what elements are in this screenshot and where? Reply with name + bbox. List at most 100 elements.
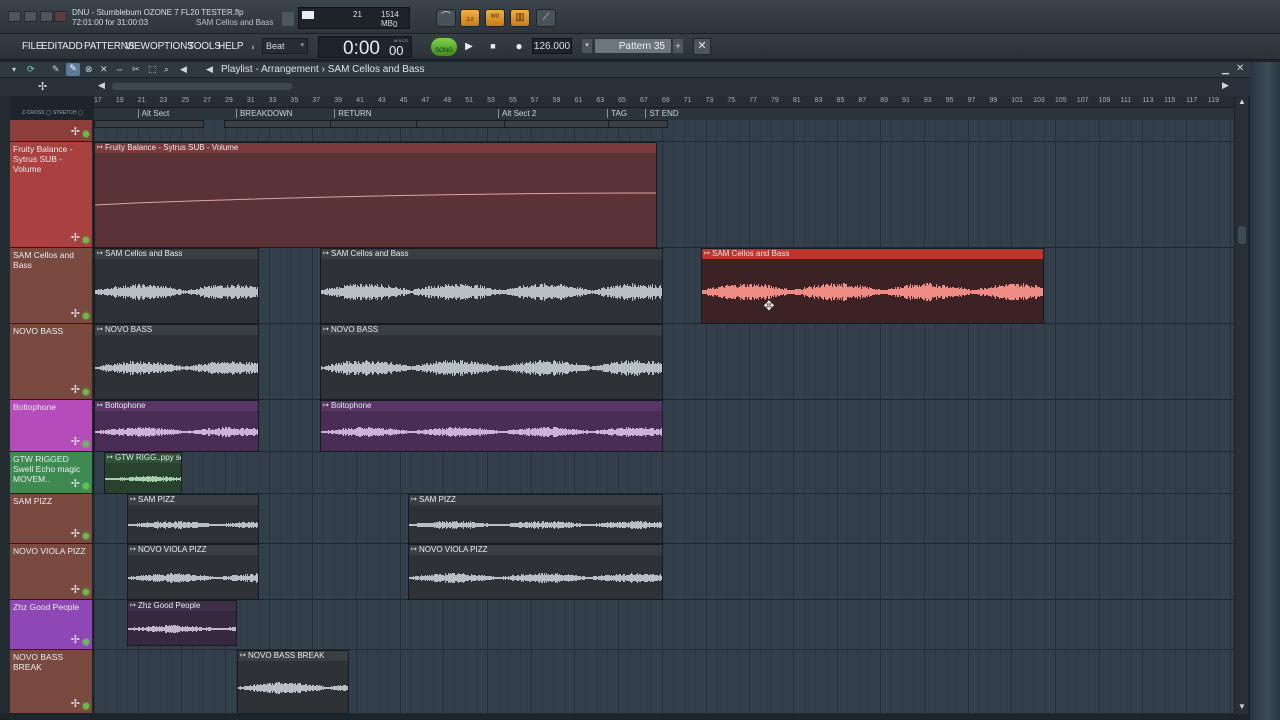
add-pattern-icon[interactable]: + [673,39,683,53]
vertical-scroll-thumb[interactable] [1238,226,1246,244]
piano-keyboard-icon[interactable]: ▥ [510,9,530,27]
step-edit-icon[interactable]: ʷᵒ [485,9,505,27]
track-mute-led-icon[interactable] [83,703,89,709]
track-mute-led-icon[interactable] [83,639,89,645]
playlist-options-icon[interactable]: ⟳ [27,64,35,75]
menu-tools[interactable]: TOOLS [188,41,221,52]
track-header[interactable]: ✢ [10,120,92,142]
track-header[interactable]: Fruity Balance - Sytrus SUB - Volume ✢ [10,142,92,248]
pattern-selector[interactable]: Pattern 35 [594,38,672,54]
slip-tool-icon[interactable]: ⇔ [115,64,124,74]
track-mute-led-icon[interactable] [83,441,89,447]
hint-panel-toggle[interactable] [282,12,294,26]
track-mute-led-icon[interactable] [83,533,89,539]
menu-edit[interactable]: EDIT [41,41,63,52]
add-clip-icon[interactable]: ✢ [71,437,80,448]
audio-clip[interactable]: NOVO BASS [94,324,259,400]
clip-partial[interactable] [608,120,668,128]
track-header[interactable]: NOVO BASS ✢ [10,324,92,400]
scroll-right-icon[interactable]: ▶ [1222,80,1229,91]
play-icon[interactable]: ▶ [460,38,478,55]
marker[interactable]: TAG [607,109,627,118]
track-mute-led-icon[interactable] [83,237,89,243]
clip-partial[interactable] [94,120,204,128]
menu-help[interactable]: HELP [218,41,244,52]
draw-tool-icon[interactable]: ✎ [52,64,60,75]
playback-tool-icon[interactable]: ◀ [180,64,187,75]
mute-tool-icon[interactable]: ✕ [100,64,108,75]
marquee-tool-icon[interactable]: ⬚ [148,64,157,75]
audio-clip[interactable]: NOVO BASS [320,324,663,400]
marker[interactable]: RETURN [334,109,372,118]
audio-clip[interactable]: NOVO BASS BREAK [237,650,349,714]
scroll-up-icon[interactable]: ▲ [1238,97,1246,106]
scroll-down-icon[interactable]: ▼ [1238,702,1246,711]
typing-keyboard-icon[interactable]: ₃₂ [460,9,480,27]
audio-clip[interactable]: Zhz Good People [127,600,237,646]
add-clip-icon[interactable]: ✢ [71,309,80,320]
track-mute-led-icon[interactable] [83,483,89,489]
vertical-scrollbar[interactable]: ▲ ▼ [1234,96,1248,714]
minimize-icon[interactable] [24,11,37,22]
timeline-ruler[interactable]: 17 19 21 23 25 27 29 31 33 35 37 39 41 43 45 47 49 51 53 55… [94,96,1234,108]
pat-song-toggle[interactable]: SONG [431,38,457,56]
delete-tool-icon[interactable]: ⊗ [85,64,93,75]
track-header[interactable]: NOVO VIOLA PIZZ ✢ [10,544,92,600]
zoom-tool-icon[interactable]: ⌕ [164,64,169,75]
playlist-grid[interactable]: Fruity Balance - Sytrus SUB - Volume SAM … [94,120,1234,714]
song-time-display[interactable]: 0:00 00 M:S:CS [318,36,412,59]
snap-magnet-icon[interactable]: ⌒ [436,9,456,27]
metronome-icon[interactable]: ⟋ [536,9,556,27]
select-tool-icon[interactable]: ✎ [66,63,80,76]
track-mute-led-icon[interactable] [83,131,89,137]
audio-clip[interactable]: SAM Cellos and Bass [94,248,259,324]
audio-clip[interactable]: SAM PIZZ [408,494,663,544]
add-clip-icon[interactable]: ✢ [71,385,80,396]
window-menu-icon[interactable] [8,11,21,22]
audio-clip[interactable]: Boltophone [320,400,663,452]
selected-audio-clip[interactable]: SAM Cellos and Bass [701,248,1044,324]
track-header[interactable]: SAM Cellos and Bass ✢ [10,248,92,324]
audio-clip[interactable]: NOVO VIOLA PIZZ [127,544,259,600]
automation-clip[interactable]: Fruity Balance - Sytrus SUB - Volume [94,142,657,248]
audio-clip[interactable]: GTW RIGG..ppy soca [104,452,182,494]
track-header[interactable]: Zhz Good People ✢ [10,600,92,650]
mixer-icon[interactable]: ✕ [693,38,711,55]
pattern-dropdown-icon[interactable]: ▾ [582,39,592,53]
audio-clip[interactable]: NOVO VIOLA PIZZ [408,544,663,600]
stop-icon[interactable]: ■ [484,38,502,55]
add-clip-icon[interactable]: ✢ [71,529,80,540]
track-header[interactable]: Boltophone ✢ [10,400,92,452]
close-icon[interactable] [54,11,67,22]
tempo-field[interactable]: 126.000 [532,38,572,54]
add-clip-icon[interactable]: ✢ [71,585,80,596]
add-clip-icon[interactable]: ✢ [71,479,80,490]
track-header[interactable]: NOVO BASS BREAK ✢ [10,650,92,714]
scroll-left-icon[interactable]: ◀ [98,80,105,91]
add-clip-icon[interactable]: ✢ [71,127,80,138]
audio-clip[interactable]: SAM PIZZ [127,494,259,544]
track-mute-led-icon[interactable] [83,589,89,595]
track-header[interactable]: GTW RIGGED Swell Echo magic MOVEM.. ✢ [10,452,92,494]
marker[interactable]: BREAKDOWN [235,109,292,118]
maximize-icon[interactable] [40,11,53,22]
record-icon[interactable]: ● [510,38,528,55]
playlist-menu-icon[interactable]: ▾ [12,65,16,74]
audio-clip[interactable]: SAM Cellos and Bass [320,248,663,324]
menu-file[interactable]: FILE [22,41,43,52]
marker[interactable]: ST END [645,109,679,118]
move-view-icon[interactable]: ✢ [38,80,47,93]
marker-lane[interactable]: Alt Sect BREAKDOWN RETURN Alt Sect 2 TAG ST E… [94,108,1234,120]
marker[interactable]: Alt Sect [137,109,169,118]
slice-tool-icon[interactable]: ✂ [132,64,140,75]
close-icon[interactable]: ✕ [1236,63,1244,74]
menu-view[interactable]: VIEW [125,41,150,52]
track-mute-led-icon[interactable] [83,389,89,395]
menu-add[interactable]: ADD [62,41,83,52]
snap-selector[interactable]: Beat ▾ [262,38,308,54]
add-clip-icon[interactable]: ✢ [71,699,80,710]
minimize-icon[interactable]: ▁ [1222,64,1229,75]
audio-clip[interactable]: Boltophone [94,400,259,452]
horizontal-scrollbar[interactable] [112,83,292,90]
add-clip-icon[interactable]: ✢ [71,635,80,646]
